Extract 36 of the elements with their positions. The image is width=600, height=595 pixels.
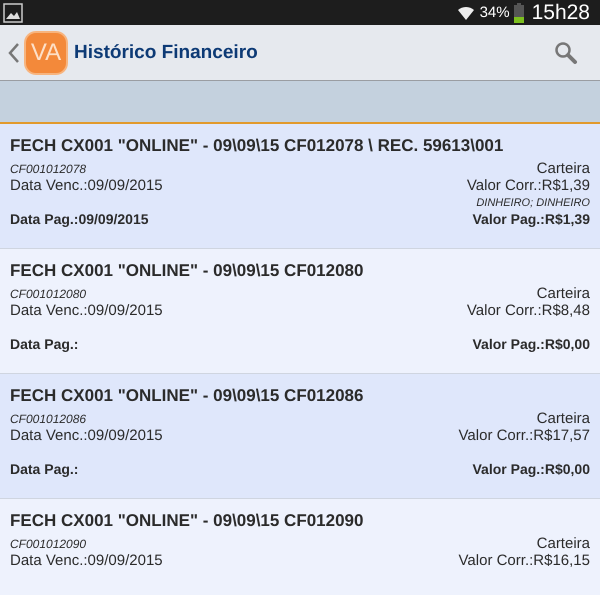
transaction-row[interactable]: FECH CX001 "ONLINE" - 09\09\15 CF012086 CF001012086 Carteira Data Venc.:09/09/2015 Valor Corr.:R$17,57 Data Pag.: Valor Pag.:R$0,00 [0, 374, 600, 499]
due-date: Data Venc.:09/09/2015 [10, 302, 163, 319]
paid-value: Valor Pag.:R$0,00 [472, 461, 590, 477]
transaction-title: FECH CX001 "ONLINE" - 09\09\15 CF012080 [10, 261, 364, 281]
transaction-code: CF001012080 [10, 287, 86, 301]
due-date: Data Venc.:09/09/2015 [10, 177, 163, 194]
battery-icon [514, 2, 524, 22]
transaction-code: CF001012086 [10, 412, 86, 426]
account-label: Carteira [536, 285, 590, 302]
paid-value: Valor Pag.:R$1,39 [472, 211, 590, 227]
current-value: Valor Corr.:R$17,57 [458, 427, 590, 444]
payment-method: DINHEIRO; DINHEIRO [476, 196, 590, 208]
payment-date: Data Pag.:09/09/2015 [10, 211, 149, 227]
account-label: Carteira [536, 160, 590, 177]
clock-time: 15h28 [532, 0, 590, 24]
transaction-title: FECH CX001 "ONLINE" - 09\09\15 CF012090 [10, 511, 364, 531]
current-value: Valor Corr.:R$1,39 [466, 177, 590, 194]
account-label: Carteira [536, 410, 590, 427]
payment-date: Data Pag.: [10, 461, 78, 477]
transaction-title: FECH CX001 "ONLINE" - 09\09\15 CF012078 \ REC. 59613\001 [10, 136, 504, 156]
paid-value: Valor Pag.:R$0,00 [472, 336, 590, 352]
app-logo: VA [24, 30, 68, 74]
due-date: Data Venc.:09/09/2015 [10, 427, 163, 444]
current-value: Valor Corr.:R$16,15 [458, 552, 590, 569]
transaction-title: FECH CX001 "ONLINE" - 09\09\15 CF012086 [10, 386, 364, 406]
due-date: Data Venc.:09/09/2015 [10, 552, 163, 569]
payment-date: Data Pag.: [10, 336, 78, 352]
transaction-row[interactable]: FECH CX001 "ONLINE" - 09\09\15 CF012078 \ REC. 59613\001 CF001012078 Carteira Data Venc.:09/09/2015 Valor Corr.:R$1,39 DINHEIRO; DINHEIRO Data Pag.:09/09/2015 Valor Pag.:R$1,39 [0, 124, 600, 249]
picture-icon [3, 2, 23, 22]
current-value: Valor Corr.:R$8,48 [466, 302, 590, 319]
battery-percentage: 34% [480, 4, 510, 21]
back-button[interactable] [8, 42, 20, 64]
account-label: Carteira [536, 535, 590, 552]
screen-title: Histórico Financeiro [74, 42, 258, 64]
transaction-code: CF001012090 [10, 537, 86, 551]
transaction-code: CF001012078 [10, 162, 86, 176]
